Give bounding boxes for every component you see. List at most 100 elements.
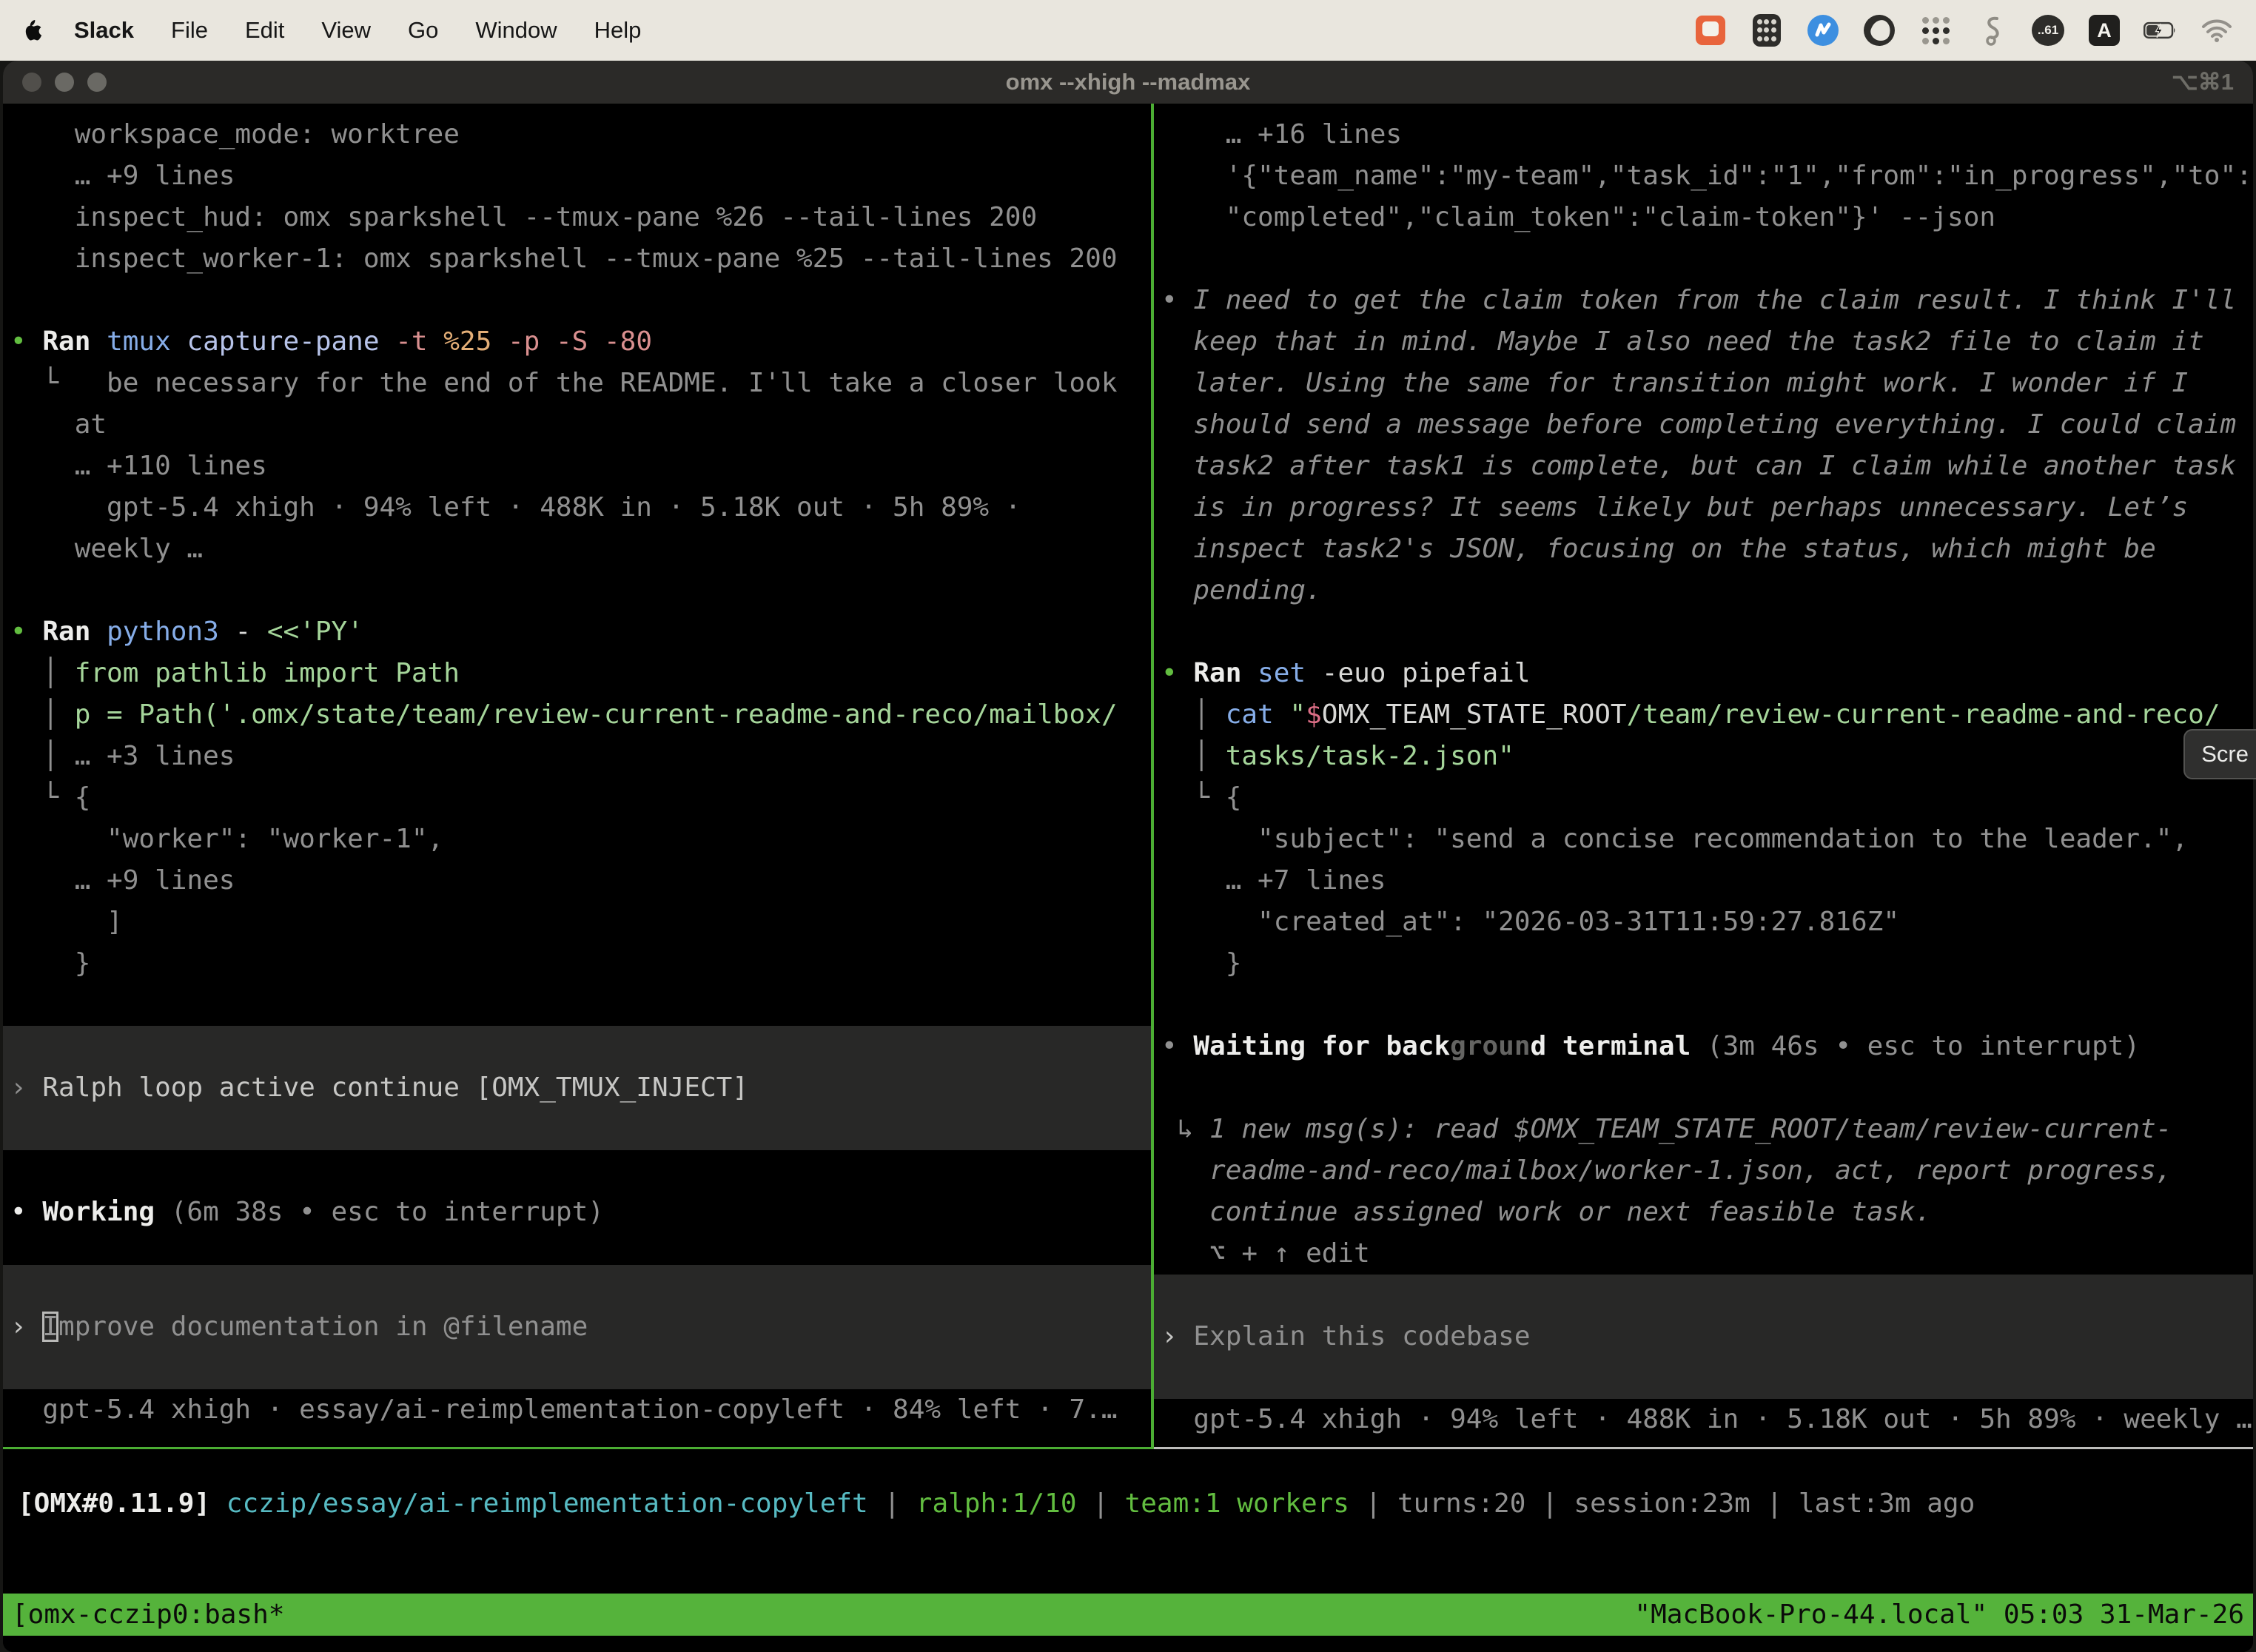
terminal-line: at	[3, 404, 1151, 446]
terminal-line: … +110 lines	[3, 446, 1151, 487]
text-segment: |	[868, 1488, 916, 1519]
text-segment	[10, 575, 27, 605]
zoom-button[interactable]	[87, 73, 107, 92]
text-segment: I need to get the claim token from the c…	[1193, 285, 2236, 315]
right-agent-pane[interactable]: … +16 lines '{"team_name":"my-team","tas…	[1154, 104, 2253, 1449]
terminal-line	[1154, 1275, 2253, 1316]
text-segment: gpt-5.4 xhigh · essay/ai-reimplementatio…	[10, 1394, 1118, 1425]
text-segment	[1161, 617, 1178, 647]
traffic-lights	[22, 73, 107, 92]
terminal-line: }	[3, 943, 1151, 984]
text-segment: }	[1161, 948, 1241, 978]
tmux-status-bar[interactable]: [omx-cczip0:bash* "MacBook-Pro-44.local"…	[3, 1594, 2253, 1636]
text-segment: ›	[10, 1072, 42, 1103]
text-segment: "worker": "worker-1",	[10, 824, 443, 854]
terminal-line	[3, 280, 1151, 321]
menu-item-edit[interactable]: Edit	[245, 17, 284, 44]
text-segment: capture-pane	[187, 326, 395, 357]
text-segment	[10, 1031, 27, 1061]
text-segment: should send a message before completing …	[1161, 409, 2236, 440]
terminal-line: "worker": "worker-1",	[3, 819, 1151, 860]
text-segment: <<'PY'	[267, 617, 363, 647]
terminal-line: }	[1154, 943, 2253, 984]
text-segment: └ be necessary for the end of the README…	[10, 368, 1118, 398]
text-segment	[1161, 1280, 1178, 1310]
badge-61-icon[interactable]: ..61	[2031, 13, 2065, 47]
menu-item-window[interactable]: Window	[475, 17, 557, 44]
pie-circle-icon[interactable]	[1862, 13, 1896, 47]
text-segment: └ {	[1161, 782, 1241, 813]
terminal-line	[3, 984, 1151, 1026]
prompt-input-band[interactable]: › Improve documentation in @filename	[3, 1265, 1151, 1389]
menu-item-slack[interactable]: Slack	[74, 17, 134, 44]
terminal-line: └ {	[3, 777, 1151, 819]
text-segment: task2 after task1 is complete, but can I…	[1161, 451, 2236, 481]
keypad-icon[interactable]	[1750, 13, 1784, 47]
menu-item-view[interactable]: View	[321, 17, 371, 44]
apple-menu-icon[interactable]	[22, 16, 47, 44]
window-titlebar[interactable]: omx --xhigh --madmax ⌥⌘1	[3, 61, 2253, 104]
window-shortcut-hint: ⌥⌘1	[2172, 69, 2234, 95]
text-segment: │	[1161, 699, 1226, 730]
text-segment: │	[10, 699, 75, 730]
left-agent-pane[interactable]: workspace_mode: worktree … +9 lines insp…	[3, 104, 1151, 1449]
text-segment: pending.	[1161, 575, 1322, 605]
text-segment: tmux	[107, 326, 187, 357]
screen-edge-tooltip[interactable]: Scre	[2183, 729, 2256, 779]
text-segment: (3m 46s • esc to interrupt)	[1707, 1031, 2140, 1061]
terminal-block: workspace_mode: worktree … +9 lines insp…	[3, 114, 1151, 1026]
prompt-input-band[interactable]: › Explain this codebase	[1154, 1275, 2253, 1399]
wifi-icon[interactable]	[2200, 13, 2234, 47]
window-title: omx --xhigh --madmax	[3, 69, 2253, 95]
text-segment: OMX_TEAM_STATE_ROOT	[1322, 699, 1627, 730]
terminal-line: └ {	[1154, 777, 2253, 819]
terminal-line: should send a message before completing …	[1154, 404, 2253, 446]
dots-grid-icon[interactable]	[1918, 13, 1953, 47]
text-segment: │	[1161, 741, 1226, 771]
text-segment	[10, 285, 27, 315]
terminal-line: › Explain this codebase	[1154, 1316, 2253, 1357]
text-segment: | turns:20 | session:23m | last:3m ago	[1349, 1488, 1975, 1519]
text-segment	[10, 990, 27, 1020]
terminal-line: keep that in mind. Maybe I also need the…	[1154, 321, 2253, 363]
close-button[interactable]	[22, 73, 41, 92]
text-segment: Ran	[1193, 658, 1258, 688]
text-segment: •	[10, 1197, 42, 1227]
omx-status-line: [OMX#0.11.9] cczip/essay/ai-reimplementa…	[10, 1483, 2246, 1525]
app-menus: Slack File Edit View Go Window Help	[74, 17, 641, 44]
text-segment: tasks/task-2.json"	[1226, 741, 1514, 771]
battery-icon[interactable]	[2143, 13, 2178, 47]
terminal-line: │ p = Path('.omx/state/team/review-curre…	[3, 694, 1151, 736]
menu-item-help[interactable]: Help	[594, 17, 642, 44]
terminal-line: later. Using the same for transition mig…	[1154, 363, 2253, 404]
text-segment: -euo pipefail	[1322, 658, 1531, 688]
chat-app-icon[interactable]	[1693, 13, 1728, 47]
menu-item-file[interactable]: File	[171, 17, 208, 44]
text-segment: inspect task2's JSON, focusing on the st…	[1161, 534, 2156, 564]
text-segment: ↳	[1161, 1114, 1209, 1144]
minimize-button[interactable]	[55, 73, 74, 92]
terminal-line	[1154, 611, 2253, 653]
text-segment: is in progress? It seems likely but perh…	[1161, 492, 2188, 523]
terminal-line	[1154, 238, 2253, 280]
terminal-line: "completed","claim_token":"claim-token"}…	[1154, 197, 2253, 238]
terminal-line	[3, 1265, 1151, 1306]
menu-item-go[interactable]: Go	[408, 17, 438, 44]
terminal-line: • Ran python3 - <<'PY'	[3, 611, 1151, 653]
text-segment	[10, 1155, 27, 1186]
tmux-host-clock: "MacBook-Pro-44.local" 05:03 31-Mar-26	[1634, 1599, 2244, 1630]
terminal-block: gpt-5.4 xhigh · 94% left · 488K in · 5.1…	[1154, 1399, 2253, 1440]
text-segment: •	[1161, 285, 1193, 315]
input-source-icon[interactable]: A	[2087, 13, 2121, 47]
text-segment: … +110 lines	[10, 451, 267, 481]
terminal-line: … +16 lines	[1154, 114, 2253, 155]
terminal-line: • Waiting for background terminal (3m 46…	[1154, 1026, 2253, 1067]
terminal-line: … +7 lines	[1154, 860, 2253, 901]
text-segment: [OMX#0.11.9]	[18, 1488, 210, 1519]
terminal-line: weekly …	[3, 528, 1151, 570]
text-segment	[210, 1488, 226, 1519]
hook-icon[interactable]	[1975, 13, 2009, 47]
bolt-circle-icon[interactable]	[1806, 13, 1840, 47]
text-segment: … +7 lines	[1161, 865, 1386, 896]
text-segment: weekly …	[10, 534, 203, 564]
